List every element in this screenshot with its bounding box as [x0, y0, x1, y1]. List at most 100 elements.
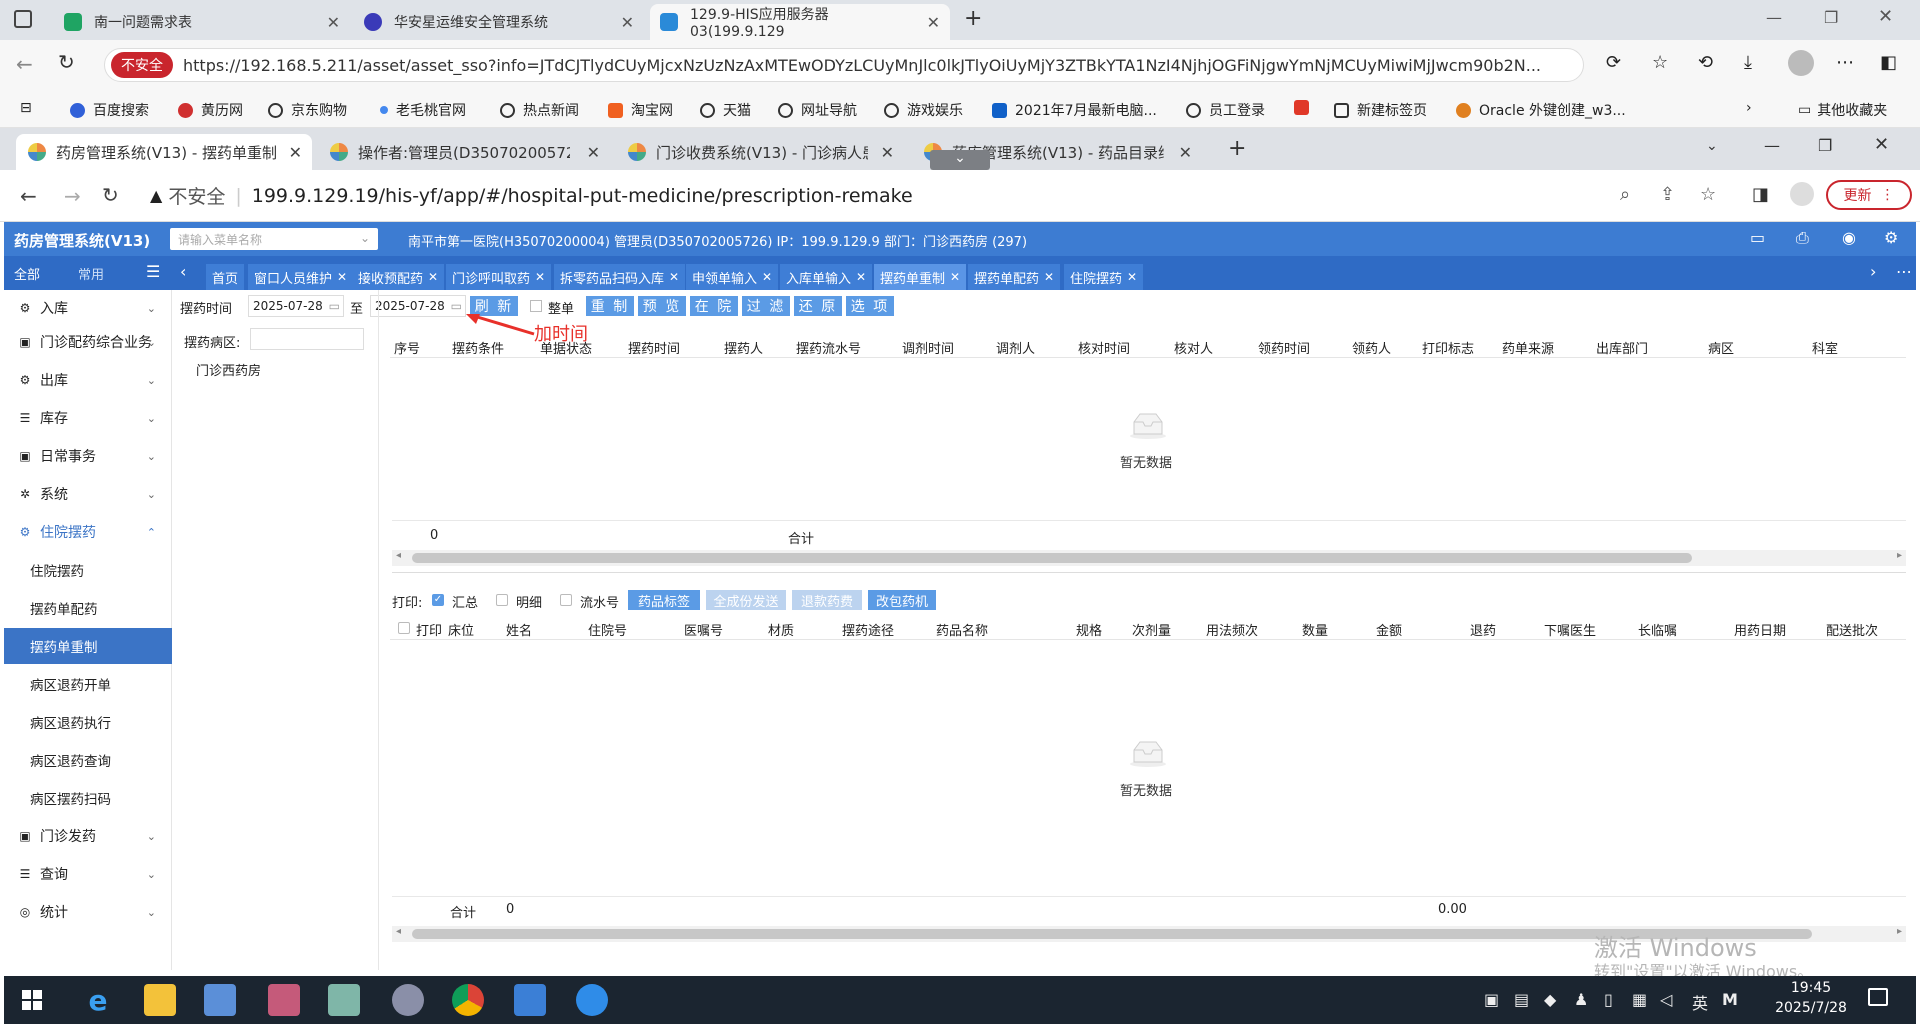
top-scrollbar[interactable]: ◂ ▸	[392, 550, 1906, 566]
nav-tab[interactable]: 拆零药品扫码入库 ✕	[554, 264, 686, 290]
back-icon[interactable]: ←	[16, 52, 33, 76]
tray-icon[interactable]: ♟	[1574, 990, 1588, 1009]
favorite-item[interactable]: 员工登录	[1186, 100, 1265, 120]
chevron-left-icon[interactable]: ‹	[180, 262, 186, 281]
reload-icon[interactable]: ↻	[102, 183, 119, 207]
sidebar-item-outpatient[interactable]: ▣ 门诊配药综合业务 ⌄	[4, 324, 172, 360]
sidebar-sub-item[interactable]: 病区退药查询	[4, 742, 172, 778]
chevron-down-icon[interactable]: ⌄	[930, 150, 990, 170]
favorite-item[interactable]: 黄历网	[178, 100, 243, 120]
menu-search-input[interactable]: 请输入菜单名称 ⌄	[170, 228, 378, 250]
side-tab-all[interactable]: 全部	[14, 264, 40, 283]
detail-checkbox[interactable]	[496, 594, 508, 606]
sidebar-sub-item[interactable]: 病区退药执行	[4, 704, 172, 740]
nav-tab[interactable]: 窗口人员维护 ✕	[248, 264, 354, 290]
reading-icon[interactable]: ⊟	[20, 100, 32, 116]
chrome-tab-3[interactable]: 门诊收费系统(V13) - 门诊病人患 ✕	[616, 134, 904, 170]
reload-icon[interactable]: ↻	[58, 50, 75, 74]
tray-icon[interactable]: ▣	[1484, 990, 1499, 1009]
more-icon[interactable]: ⋯	[1836, 52, 1854, 73]
inhospital-button[interactable]: 在 院	[690, 296, 738, 316]
nav-tab[interactable]: 门诊呼叫取药 ✕	[446, 264, 552, 290]
app-icon[interactable]	[514, 984, 546, 1016]
nav-tab[interactable]: 入库单输入 ✕	[780, 264, 873, 290]
new-tab-icon[interactable]: +	[1228, 136, 1246, 161]
tray-icon[interactable]: ▤	[1514, 990, 1529, 1009]
close-icon[interactable]: ✕	[1179, 143, 1192, 162]
ie-icon[interactable]: e	[82, 984, 114, 1017]
nav-tab[interactable]: 住院摆药 ✕	[1064, 264, 1144, 290]
send-all-button[interactable]: 全成份发送	[706, 590, 786, 610]
close-icon[interactable]: ✕	[881, 143, 894, 162]
serial-checkbox[interactable]	[560, 594, 572, 606]
restore-button[interactable]: 还 原	[794, 296, 842, 316]
close-icon[interactable]: ✕	[621, 13, 634, 32]
sidebar-item-stats[interactable]: ◎ 统计 ⌄	[4, 894, 172, 930]
options-button[interactable]: 选 项	[846, 296, 894, 316]
new-tab-icon[interactable]: +	[964, 6, 982, 31]
sidebar-item-dispense[interactable]: ▣ 门诊发药 ⌄	[4, 818, 172, 854]
ime-mode-icon[interactable]: M	[1722, 990, 1738, 1009]
side-tab-common[interactable]: 常用	[78, 264, 104, 283]
avatar[interactable]	[1788, 50, 1814, 76]
nav-tab[interactable]: 申领单输入 ✕	[686, 264, 779, 290]
favorite-item[interactable]	[1294, 100, 1317, 115]
app-icon[interactable]	[328, 984, 360, 1016]
whole-checkbox[interactable]	[530, 300, 542, 312]
summary-checkbox[interactable]: ✓	[432, 594, 444, 606]
close-icon[interactable]: ✕	[927, 13, 940, 32]
favorite-item[interactable]: 淘宝网	[608, 100, 673, 120]
select-all-checkbox[interactable]	[398, 622, 410, 634]
drug-label-button[interactable]: 药品标签	[628, 590, 700, 610]
sidebar-sub-item[interactable]: 病区摆药扫码	[4, 780, 172, 816]
chevron-right-icon[interactable]: ›	[1746, 100, 1752, 116]
eye-icon[interactable]: ◉	[1842, 228, 1856, 247]
start-icon[interactable]	[22, 990, 42, 1010]
avatar[interactable]	[1790, 182, 1814, 206]
notification-icon[interactable]	[1868, 988, 1888, 1006]
change-machine-button[interactable]: 改包药机	[868, 590, 936, 610]
bookmark-icon[interactable]: ☆	[1700, 184, 1716, 205]
favorite-item[interactable]: 游戏娱乐	[884, 100, 963, 120]
sidebar-item-daily[interactable]: ▣ 日常事务 ⌄	[4, 438, 172, 474]
sidebar-sub-item[interactable]: 住院摆药	[4, 552, 172, 588]
nav-tab-home[interactable]: 首页	[206, 264, 245, 290]
sidebar-sub-item-active[interactable]: 摆药单重制	[4, 628, 172, 664]
chrome-tab-1[interactable]: 药房管理系统(V13) - 摆药单重制 ✕	[16, 134, 312, 170]
update-button[interactable]: 更新 ⋮	[1826, 180, 1912, 210]
sidebar-sub-item[interactable]: 摆药单配药	[4, 590, 172, 626]
minimize-icon[interactable]: —	[1764, 136, 1780, 155]
chrome-address-bar[interactable]: ▲ 不安全 | 199.9.129.19/his-yf/app/#/hospit…	[150, 182, 913, 209]
date-to-field[interactable]: 2025-07-28 ▭	[370, 295, 466, 317]
app-icon[interactable]	[204, 984, 236, 1016]
edge-address-bar[interactable]: 不安全 https://192.168.5.211/asset/asset_ss…	[104, 48, 1584, 82]
history-icon[interactable]: ⟲	[1698, 52, 1713, 73]
clock-time[interactable]: 19:45	[1766, 980, 1856, 996]
print-icon[interactable]: ⎙	[1796, 228, 1809, 248]
remake-button[interactable]: 重 制	[586, 296, 634, 316]
sidebar-item-stock[interactable]: ☰ 库存 ⌄	[4, 400, 172, 436]
app-icon[interactable]	[392, 984, 424, 1016]
battery-icon[interactable]: ▯	[1604, 990, 1613, 1009]
close-icon[interactable]: ✕	[587, 143, 600, 162]
favorite-item[interactable]: 新建标签页	[1334, 100, 1427, 120]
volume-icon[interactable]: ◁	[1660, 990, 1672, 1009]
favorite-item[interactable]: 2021年7月最新电脑...	[992, 100, 1157, 120]
chevron-right-icon[interactable]: ›	[1870, 262, 1876, 281]
maximize-icon[interactable]: ❐	[1818, 136, 1832, 155]
network-icon[interactable]: ▦	[1632, 990, 1647, 1009]
favorite-item[interactable]: 网址导航	[778, 100, 857, 120]
close-icon[interactable]: ✕	[327, 13, 340, 32]
edge-tab-2[interactable]: 华安星运维安全管理系统 ✕	[354, 4, 644, 40]
sidebar-item-inpatient[interactable]: ⚙ 住院摆药 ⌃	[4, 514, 172, 550]
sidebar-item-outbound[interactable]: ⚙ 出库 ⌄	[4, 362, 172, 398]
edge-tab-3[interactable]: 129.9-HIS应用服务器03(199.9.129 ✕	[650, 4, 950, 40]
app-icon[interactable]	[268, 984, 300, 1016]
nav-tab[interactable]: 摆药单配药 ✕	[968, 264, 1061, 290]
share-icon[interactable]: ⇪	[1660, 184, 1675, 205]
tab-actions-icon[interactable]	[14, 10, 32, 28]
favorite-item[interactable]: 天猫	[700, 100, 751, 120]
sidebar-item-query[interactable]: ☰ 查询 ⌄	[4, 856, 172, 892]
download-icon[interactable]: ⤓	[1744, 52, 1752, 73]
favorites-icon[interactable]: ☆	[1652, 52, 1668, 73]
